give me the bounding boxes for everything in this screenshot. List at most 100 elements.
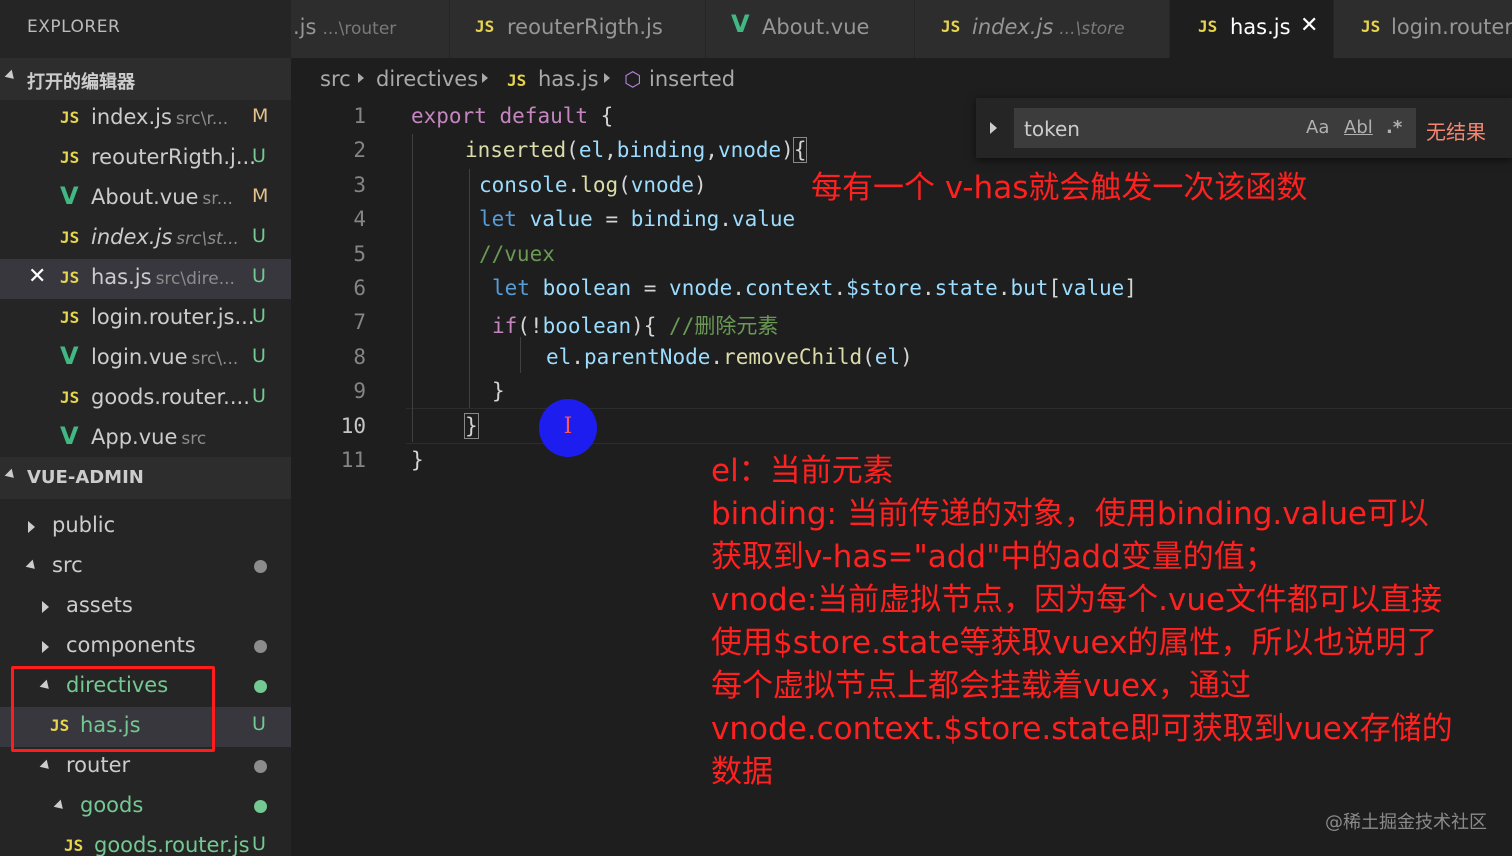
tab-about-vue[interactable]: V About.vue bbox=[706, 0, 915, 58]
use-regex-icon[interactable]: .* bbox=[1386, 117, 1402, 138]
breadcrumb-symbol[interactable]: inserted bbox=[649, 67, 735, 91]
chevron-right-icon bbox=[482, 73, 488, 83]
vue-file-icon: V bbox=[60, 182, 79, 210]
file-name: reouterRigth.j... bbox=[91, 145, 256, 169]
code-line-2: inserted(el,binding,vnode){ bbox=[465, 137, 808, 163]
tab-label: reouterRigth.js bbox=[507, 15, 663, 39]
explorer-title: EXPLORER bbox=[27, 17, 121, 37]
tab-has-js[interactable]: JS has.js ✕ bbox=[1170, 0, 1334, 58]
tree-file-goods-router[interactable]: JS goods.router.js U bbox=[0, 827, 291, 856]
close-icon[interactable]: ✕ bbox=[1300, 13, 1318, 38]
open-editor-item[interactable]: V App.vue src bbox=[0, 419, 291, 459]
line-number: 11 bbox=[340, 448, 366, 472]
git-status-badge: M bbox=[252, 105, 269, 127]
file-name: index.js bbox=[91, 105, 172, 129]
annotation-line: binding: 当前传递的对象，使用binding.value可以 bbox=[711, 496, 1429, 532]
tree-folder-src[interactable]: src bbox=[0, 547, 291, 587]
tab-login-router[interactable]: JS login.router. bbox=[1334, 0, 1512, 58]
file-path: src bbox=[181, 429, 207, 449]
line-number-current: 10 bbox=[340, 414, 366, 438]
tree-folder-components[interactable]: components bbox=[0, 627, 291, 667]
chevron-right-icon bbox=[42, 641, 49, 653]
js-file-icon: JS bbox=[60, 108, 80, 127]
breadcrumb-src[interactable]: src bbox=[320, 67, 351, 91]
open-editor-item[interactable]: JS reouterRigth.j... U bbox=[0, 139, 291, 179]
modified-dot-icon bbox=[254, 560, 267, 573]
project-header[interactable]: VUE-ADMIN bbox=[0, 457, 291, 499]
text-cursor-icon: I bbox=[563, 414, 573, 439]
tab-router-index[interactable]: .js ...\router bbox=[291, 0, 450, 58]
chevron-down-icon bbox=[25, 559, 39, 573]
code-line-4: let value = binding.value bbox=[479, 207, 796, 231]
folder-name: assets bbox=[66, 593, 133, 617]
open-editor-item[interactable]: JS index.js src\st... U bbox=[0, 219, 291, 259]
open-editor-item-active[interactable]: ✕ JS has.js src\dire... U bbox=[0, 259, 291, 299]
editor-tabs: .js ...\router JS reouterRigth.js V About… bbox=[291, 0, 1512, 58]
tab-label: index.js bbox=[972, 15, 1054, 39]
file-name: login.router.js... bbox=[91, 305, 255, 329]
match-case-icon[interactable]: Aa bbox=[1306, 117, 1329, 138]
tree-folder-router[interactable]: router bbox=[0, 747, 291, 787]
chevron-down-icon bbox=[39, 759, 53, 773]
js-file-icon: JS bbox=[1198, 17, 1218, 36]
tab-reouterrigth[interactable]: JS reouterRigth.js bbox=[450, 0, 706, 58]
breadcrumb: src directives JS has.js ⬡ inserted bbox=[291, 58, 1512, 100]
file-path: src\dire... bbox=[155, 269, 235, 289]
modified-dot-icon bbox=[254, 640, 267, 653]
chevron-right-icon bbox=[42, 601, 49, 613]
file-name: goods.router.... bbox=[91, 385, 250, 409]
js-file-icon: JS bbox=[64, 836, 84, 855]
annotation-line: 数据 bbox=[711, 754, 773, 790]
js-file-icon: JS bbox=[507, 71, 527, 90]
folder-name: src bbox=[52, 553, 83, 577]
file-name: index.js bbox=[91, 225, 173, 249]
open-editor-item[interactable]: V About.vue sr... M bbox=[0, 179, 291, 219]
breadcrumb-file[interactable]: has.js bbox=[538, 67, 599, 91]
annotation-line: 获取到v-has="add"中的add变量的值； bbox=[711, 539, 1276, 575]
file-name: login.vue bbox=[91, 345, 188, 369]
toggle-replace-chevron-icon[interactable] bbox=[990, 122, 997, 134]
tree-folder-assets[interactable]: assets bbox=[0, 587, 291, 627]
git-status-badge: U bbox=[252, 265, 266, 287]
code-line-10: } bbox=[464, 413, 479, 439]
open-editor-item[interactable]: JS index.js src\r... M bbox=[0, 99, 291, 139]
highlight-box bbox=[11, 666, 215, 752]
line-number: 6 bbox=[353, 276, 366, 300]
js-file-icon: JS bbox=[1361, 17, 1381, 36]
js-file-icon: JS bbox=[475, 17, 495, 36]
close-icon[interactable]: ✕ bbox=[28, 264, 46, 289]
tree-folder-goods[interactable]: goods bbox=[0, 787, 291, 827]
git-status-badge: U bbox=[252, 385, 266, 407]
indent-guide bbox=[520, 337, 521, 373]
git-status-badge: U bbox=[252, 305, 266, 327]
code-line-3: console.log(vnode) bbox=[479, 173, 707, 197]
tab-label: .js bbox=[293, 15, 317, 39]
tab-label: has.js bbox=[1230, 15, 1291, 39]
folder-name: router bbox=[66, 753, 131, 777]
open-editors-header[interactable]: 打开的编辑器 bbox=[0, 58, 291, 100]
open-editor-item[interactable]: JS goods.router.... U bbox=[0, 379, 291, 419]
code-line-11: } bbox=[411, 448, 424, 472]
tab-store-index[interactable]: JS index.js ...\store bbox=[915, 0, 1170, 58]
tab-path: ...\store bbox=[1059, 19, 1125, 39]
annotation-line: vnode.context.$store.state即可获取到vuex存储的 bbox=[711, 711, 1453, 747]
js-file-icon: JS bbox=[60, 228, 80, 247]
vue-file-icon: V bbox=[60, 342, 79, 370]
annotation-line: 使用$store.state等获取vuex的属性，所以也说明了 bbox=[711, 625, 1438, 661]
breadcrumb-directives[interactable]: directives bbox=[376, 67, 478, 91]
js-file-icon: JS bbox=[60, 308, 80, 327]
open-editor-item[interactable]: JS login.router.js... U bbox=[0, 299, 291, 339]
find-input[interactable] bbox=[1022, 114, 1296, 144]
file-name: About.vue bbox=[91, 185, 199, 209]
open-editor-item[interactable]: V login.vue src\... U bbox=[0, 339, 291, 379]
annotation-line: el：当前元素 bbox=[711, 453, 894, 489]
project-title: VUE-ADMIN bbox=[27, 467, 144, 488]
file-name: App.vue bbox=[91, 425, 178, 449]
line-number: 2 bbox=[353, 138, 366, 162]
file-path: sr... bbox=[202, 189, 233, 209]
tree-folder-public[interactable]: public bbox=[0, 507, 291, 547]
find-widget: Aa Abl .* 无结果 bbox=[976, 98, 1512, 158]
annotation-line: 每个虚拟节点上都会挂载着vuex，通过 bbox=[711, 668, 1251, 704]
line-number: 1 bbox=[353, 104, 366, 128]
match-whole-word-icon[interactable]: Abl bbox=[1344, 117, 1373, 138]
